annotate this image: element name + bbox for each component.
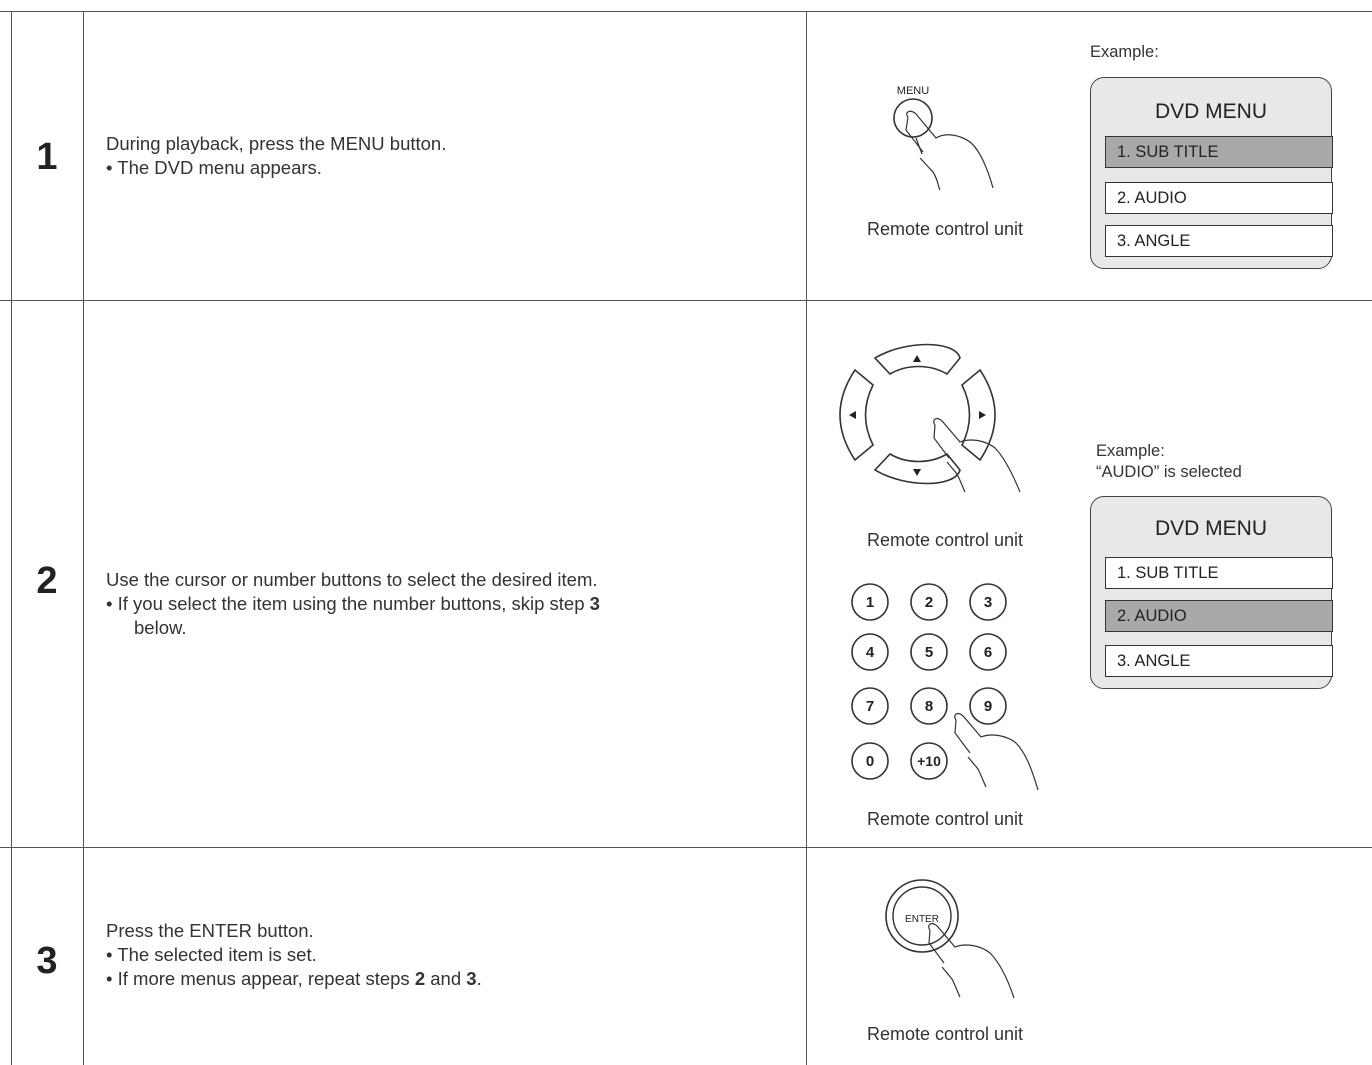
menu-item: 3. ANGLE (1105, 225, 1333, 257)
svg-text:9: 9 (984, 698, 992, 715)
instruction-bullet: • If you select the item using the numbe… (106, 593, 600, 638)
instruction-text: Use the cursor or number buttons to sele… (106, 569, 598, 590)
menu-item: 1. SUB TITLE (1105, 136, 1333, 168)
svg-text:0: 0 (866, 753, 874, 770)
column-divider (806, 11, 807, 1065)
remote-caption: Remote control unit (866, 530, 1024, 550)
enter-button-illustration: ENTER (885, 879, 1015, 999)
svg-text:3: 3 (984, 594, 992, 611)
step-number: 2 (36, 560, 58, 602)
dvd-menu-example: DVD MENU 1. SUB TITLE 2. AUDIO 3. ANGLE (1090, 77, 1333, 269)
menu-title: DVD MENU (1154, 100, 1267, 123)
svg-text:6: 6 (984, 644, 992, 661)
example-label: Example: (1090, 43, 1159, 61)
step-instruction: Use the cursor or number buttons to sele… (106, 568, 786, 640)
svg-text:5: 5 (925, 644, 933, 661)
svg-text:7: 7 (866, 698, 874, 715)
row-divider (0, 300, 1372, 301)
menu-button (893, 98, 933, 138)
cursor-left-button (839, 368, 874, 462)
instruction-text: Press the ENTER button. (106, 920, 314, 941)
remote-caption: Remote control unit (866, 219, 1024, 239)
svg-text:4: 4 (866, 644, 875, 661)
cursor-down-button (873, 452, 961, 485)
menu-item: 2. AUDIO (1105, 600, 1333, 632)
cursor-pad-illustration (839, 343, 1021, 493)
step-number: 1 (36, 136, 58, 178)
row-divider (0, 847, 1372, 848)
instruction-bullet: • The selected item is set. (106, 944, 317, 965)
svg-text:+10: +10 (917, 753, 941, 769)
column-divider (83, 11, 84, 1065)
dvd-menu-example: DVD MENU 1. SUB TITLE 2. AUDIO 3. ANGLE (1090, 496, 1333, 689)
menu-item: 1. SUB TITLE (1105, 557, 1333, 589)
step-number: 3 (36, 940, 58, 982)
menu-button-label: MENU (897, 85, 929, 97)
remote-caption: Remote control unit (866, 809, 1024, 829)
svg-text:8: 8 (925, 698, 933, 715)
menu-item: 2. AUDIO (1105, 182, 1333, 214)
menu-item: 3. ANGLE (1105, 645, 1333, 677)
menu-button-illustration: MENU (893, 85, 994, 191)
instruction-table: 1 During playback, press the MENU button… (0, 0, 1372, 1065)
step-instruction: Press the ENTER button. • The selected i… (106, 919, 482, 991)
instruction-bullet: • The DVD menu appears. (106, 157, 322, 178)
svg-text:1: 1 (866, 594, 874, 611)
instruction-bullet: • If more menus appear, repeat steps 2 a… (106, 968, 482, 989)
menu-title: DVD MENU (1154, 517, 1267, 540)
cursor-right-button (961, 368, 996, 462)
instruction-text: During playback, press the MENU button. (106, 133, 447, 154)
example-label: Example: “AUDIO” is selected (1096, 442, 1242, 481)
hand-icon (954, 712, 1039, 791)
step-instruction: During playback, press the MENU button. … (106, 132, 446, 180)
remote-caption: Remote control unit (866, 1024, 1024, 1044)
table-top-border (0, 11, 1372, 12)
number-buttons-illustration: 1 2 3 4 5 6 7 8 9 0 +10 (851, 583, 1039, 791)
svg-text:2: 2 (925, 594, 933, 611)
